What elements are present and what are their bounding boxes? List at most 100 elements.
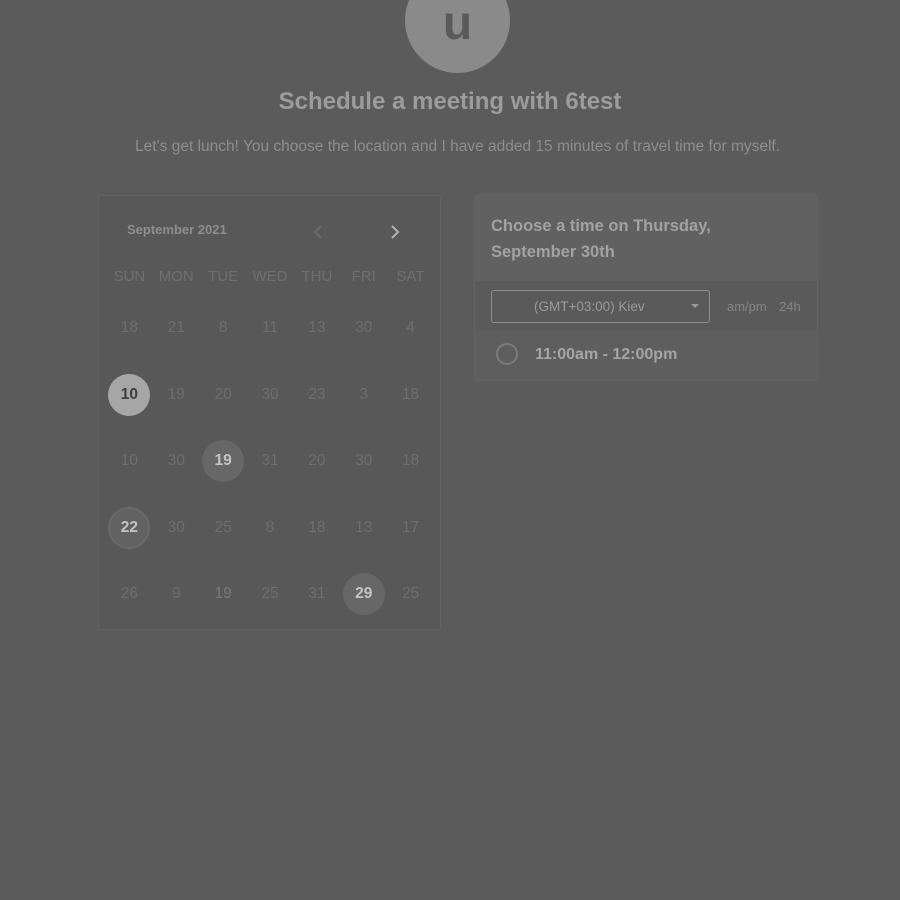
calendar-day-number: 29 xyxy=(342,573,385,616)
calendar-day-disabled: 19 xyxy=(153,362,200,429)
calendar-day-disabled: 20 xyxy=(293,428,340,495)
calendar-day-number: 30 xyxy=(355,452,373,470)
next-month-button[interactable] xyxy=(385,222,405,242)
weekday-label: THU xyxy=(301,268,333,285)
calendar-day-number: 25 xyxy=(261,585,279,603)
weekday-label: MON xyxy=(158,268,194,285)
calendar-day-number: 18 xyxy=(120,319,139,337)
weekday-label: FRI xyxy=(351,268,376,285)
calendar-day-number: 10 xyxy=(108,373,151,416)
calendar-day-available[interactable]: 19 xyxy=(200,428,247,495)
chevron-right-icon xyxy=(391,225,400,239)
calendar-day-number: 31 xyxy=(308,585,326,603)
calendar-day-disabled: 11 xyxy=(247,295,294,362)
calendar-day-number: 30 xyxy=(261,385,279,403)
timezone-value: (GMT+03:00) Kiev xyxy=(534,299,645,314)
calendar-day-number: 22 xyxy=(108,506,151,549)
calendar-day-disabled: 23 xyxy=(293,362,340,429)
calendar-day-number: 18 xyxy=(308,518,326,536)
calendar-day-disabled: 31 xyxy=(293,561,340,628)
weekday-header-row: SUN MON TUE WED THU FRI SAT xyxy=(106,268,434,285)
timezone-select[interactable]: (GMT+03:00) Kiev xyxy=(491,290,710,323)
time-panel-heading: Choose a time on Thursday, September 30t… xyxy=(491,217,711,261)
calendar-day-number: 3 xyxy=(359,385,369,403)
calendar-day-disabled: 13 xyxy=(340,495,387,562)
time-panel-header: Choose a time on Thursday, September 30t… xyxy=(475,195,817,281)
calendar-day-disabled-light: 19 xyxy=(200,561,247,628)
calendar-day-number: 4 xyxy=(406,319,415,337)
calendar-day-disabled: 8 xyxy=(247,495,294,562)
calendar-day-number: 18 xyxy=(401,452,420,470)
time-selection-panel: Choose a time on Thursday, September 30t… xyxy=(474,194,818,381)
calendar-day-number: 26 xyxy=(120,585,139,603)
calendar-day-number: 13 xyxy=(308,319,326,337)
calendar-day-number: 8 xyxy=(265,518,275,536)
calendar-day-number: 23 xyxy=(308,385,326,403)
calendar-day-available[interactable]: 29 xyxy=(340,561,387,628)
calendar-day-number: 25 xyxy=(401,585,420,603)
calendar-day-number: 18 xyxy=(401,385,420,403)
calendar-day-disabled: 17 xyxy=(387,495,434,562)
previous-month-button[interactable] xyxy=(308,222,328,242)
calendar-day-number: 10 xyxy=(120,452,139,470)
calendar-day-disabled: 20 xyxy=(200,362,247,429)
calendar-day-disabled: 18 xyxy=(293,495,340,562)
time-slot-option[interactable]: 11:00am - 12:00pm xyxy=(475,331,817,380)
calendar-day-disabled: 30 xyxy=(340,428,387,495)
page-title: Schedule a meeting with 6test xyxy=(278,88,622,115)
calendar-day-disabled: 25 xyxy=(387,561,434,628)
avatar-initial: u xyxy=(442,0,473,50)
host-avatar: u xyxy=(405,0,510,73)
calendar-day-disabled: 21 xyxy=(153,295,200,362)
calendar-day-disabled: 25 xyxy=(200,495,247,562)
weekday-label: WED xyxy=(252,268,288,285)
calendar-day-disabled: 18 xyxy=(106,295,153,362)
meeting-description: Let’s get lunch! You choose the location… xyxy=(134,138,781,155)
calendar-day-disabled: 30 xyxy=(247,362,294,429)
calendar-day-selected[interactable]: 10 xyxy=(106,362,153,429)
calendar-day-disabled: 4 xyxy=(387,295,434,362)
calendar-day-number: 20 xyxy=(214,385,232,403)
calendar-day-disabled: 18 xyxy=(387,362,434,429)
time-slot-label: 11:00am - 12:00pm xyxy=(535,346,678,363)
calendar-day-number: 30 xyxy=(167,518,185,536)
calendar-day-number: 30 xyxy=(167,452,185,470)
chevron-left-icon xyxy=(313,225,322,239)
calendar-day-disabled: 31 xyxy=(247,428,294,495)
calendar-day-disabled: 18 xyxy=(387,428,434,495)
calendar-day-disabled: 25 xyxy=(247,561,294,628)
calendar-day-disabled: 26 xyxy=(106,561,153,628)
calendar-day-number: 11 xyxy=(261,319,279,337)
calendar-day-disabled: 9 xyxy=(153,561,200,628)
calendar-day-number: 20 xyxy=(308,452,326,470)
calendar-day-number: 17 xyxy=(401,518,420,536)
format-ampm-toggle[interactable]: am/pm xyxy=(727,299,767,314)
calendar-day-disabled: 3 xyxy=(340,362,387,429)
calendar-day-number: 30 xyxy=(355,319,373,337)
date-picker-calendar: September 2021 SUN MON TUE WED THU FRI S… xyxy=(98,195,441,630)
weekday-label: TUE xyxy=(208,268,239,285)
calendar-day-disabled: 8 xyxy=(200,295,247,362)
calendar-day-number: 25 xyxy=(214,518,232,536)
format-24h-toggle[interactable]: 24h xyxy=(779,299,801,314)
calendar-day-number: 8 xyxy=(218,319,228,337)
calendar-day-disabled: 13 xyxy=(293,295,340,362)
calendar-day-number: 9 xyxy=(171,585,181,603)
calendar-day-number: 31 xyxy=(261,452,279,470)
calendar-day-number: 21 xyxy=(167,319,185,337)
calendar-day-today: 22 xyxy=(106,495,153,562)
calendar-month-label: September 2021 xyxy=(127,222,227,237)
calendar-day-disabled: 10 xyxy=(106,428,153,495)
radio-circle-icon[interactable] xyxy=(496,343,518,365)
calendar-days-grid: 18 21 8 11 13 30 4 10 19 20 30 23 3 18 10 30 19 31 20 30 18 2… xyxy=(106,295,434,628)
calendar-day-disabled: 30 xyxy=(153,428,200,495)
weekday-label: SUN xyxy=(113,268,146,285)
calendar-day-number: 19 xyxy=(214,585,232,603)
calendar-day-disabled: 30 xyxy=(153,495,200,562)
calendar-day-disabled: 30 xyxy=(340,295,387,362)
calendar-day-number: 19 xyxy=(202,440,245,483)
calendar-day-number: 13 xyxy=(355,518,373,536)
calendar-day-number: 19 xyxy=(167,385,185,403)
weekday-label: SAT xyxy=(396,268,425,285)
scheduling-page: u Schedule a meeting with 6test Let’s ge… xyxy=(0,0,900,900)
